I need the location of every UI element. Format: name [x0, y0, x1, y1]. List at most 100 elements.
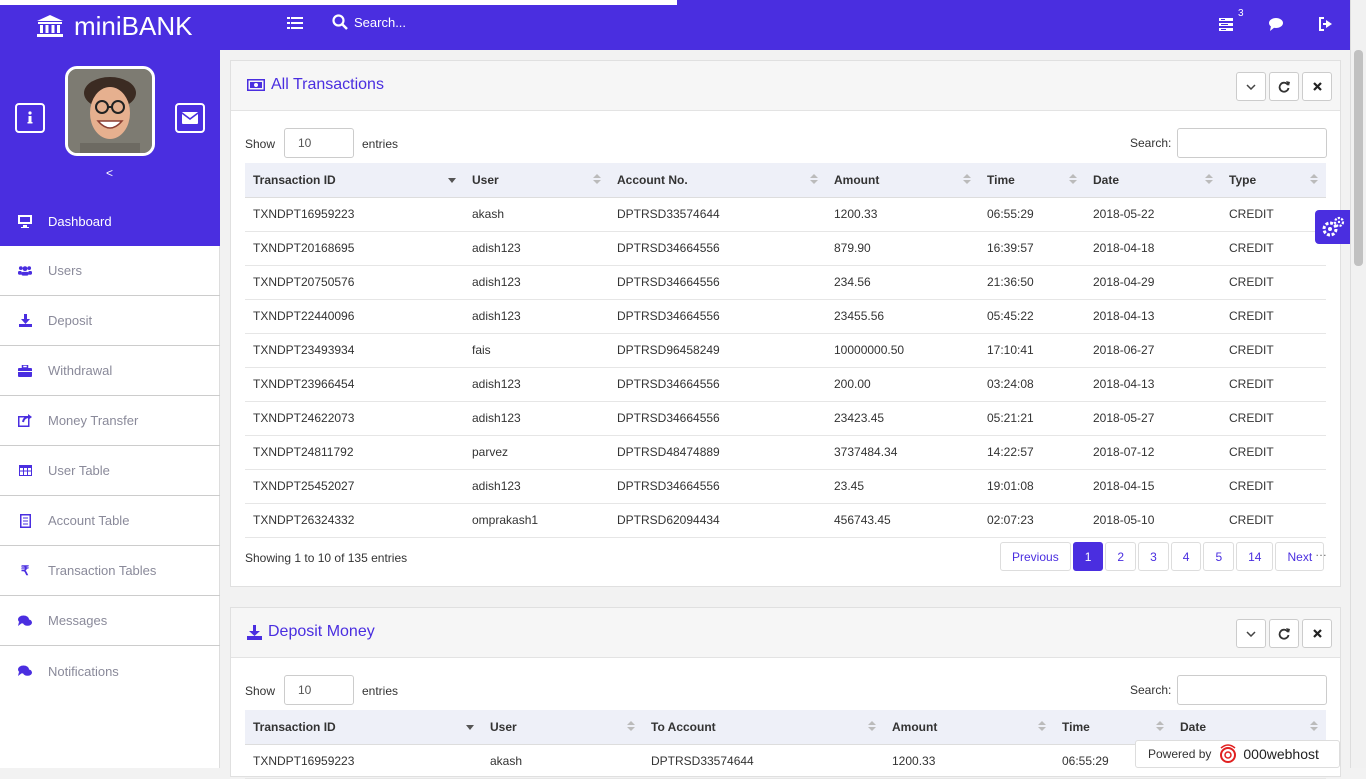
table-cell: adish123	[464, 265, 609, 300]
table-cell: 19:01:08	[979, 469, 1085, 504]
column-header[interactable]: To Account	[643, 710, 884, 745]
column-header[interactable]: Account No.	[609, 163, 826, 198]
table-row: TXNDPT23493934 fais DPTRSD96458249 10000000…	[245, 333, 1326, 368]
sidebar-item-transaction-tables[interactable]: ₹ Transaction Tables	[0, 546, 220, 596]
sort-icon	[810, 174, 818, 184]
page-button[interactable]: 5	[1203, 542, 1235, 571]
scrollbar-thumb[interactable]	[1354, 50, 1363, 266]
sidebar-item-notifications[interactable]: Notifications	[0, 646, 220, 696]
collapse-panel-button[interactable]	[1236, 619, 1266, 648]
briefcase-icon	[18, 364, 32, 378]
column-header[interactable]: Transaction ID	[245, 163, 464, 198]
table-cell: 23455.56	[826, 299, 979, 334]
profile-card: <	[0, 50, 220, 196]
chat-icon[interactable]	[1268, 16, 1284, 32]
refresh-panel-button[interactable]	[1269, 619, 1299, 648]
table-cell: fais	[464, 333, 609, 368]
table-cell: 17:10:41	[979, 333, 1085, 368]
column-header[interactable]: User	[464, 163, 609, 198]
table-row: TXNDPT26324332 omprakash1 DPTRSD62094434 45…	[245, 503, 1326, 538]
sort-icon	[627, 721, 635, 731]
column-header[interactable]: Date	[1172, 710, 1326, 745]
close-panel-button[interactable]	[1302, 619, 1332, 648]
table-cell: TXNDPT24622073	[245, 401, 464, 436]
sort-desc-icon	[466, 725, 474, 730]
page-scrollbar[interactable]	[1350, 0, 1366, 768]
list-toggle-icon[interactable]	[287, 16, 303, 30]
page-button[interactable]: 3	[1138, 542, 1169, 571]
table-cell: 05:21:21	[979, 401, 1085, 436]
page-button[interactable]: 4	[1170, 542, 1202, 571]
collapse-panel-button[interactable]	[1236, 72, 1266, 101]
panel-title: All Transactions	[247, 76, 384, 94]
tasks-icon[interactable]	[1218, 16, 1234, 32]
table-cell: 1200.33	[826, 197, 979, 232]
table-cell: 02:07:23	[979, 503, 1085, 538]
table-cell: 2018-04-18	[1085, 231, 1221, 266]
sidebar-item-withdrawal[interactable]: Withdrawal	[0, 346, 220, 396]
show-label: Show	[245, 137, 276, 151]
search-input[interactable]	[354, 14, 554, 30]
table-header-row: Transaction ID User To Account Amount Ti…	[245, 710, 1326, 745]
table-cell: 05:45:22	[979, 299, 1085, 334]
column-header[interactable]: Amount	[884, 710, 1054, 745]
previous-page-button[interactable]: Previous	[1000, 542, 1071, 571]
table-cell: 10000000.50	[826, 333, 979, 368]
info-icon	[27, 111, 33, 124]
money-icon	[247, 79, 265, 91]
sidebar-item-messages[interactable]: Messages	[0, 596, 220, 646]
settings-button[interactable]	[1315, 210, 1350, 244]
page-length-select[interactable]: 10	[284, 128, 354, 158]
bank-icon	[37, 15, 63, 37]
sidebar-item-users[interactable]: Users	[0, 246, 220, 296]
sidebar-item-label: Users	[48, 263, 82, 278]
column-header[interactable]: Date	[1085, 163, 1221, 198]
column-header[interactable]: Time	[979, 163, 1085, 198]
sort-icon	[1205, 174, 1213, 184]
page-button[interactable]: 1	[1072, 542, 1104, 571]
mail-button[interactable]	[175, 103, 205, 133]
table-search-input[interactable]	[1177, 128, 1327, 158]
refresh-panel-button[interactable]	[1269, 72, 1299, 101]
sidebar-item-user-table[interactable]: User Table	[0, 446, 220, 496]
table-cell: 2018-04-15	[1085, 469, 1221, 504]
info-button[interactable]	[15, 103, 45, 133]
collapse-toggle[interactable]: <	[106, 166, 113, 180]
column-header[interactable]: Time	[1054, 710, 1172, 745]
column-header[interactable]: Amount	[826, 163, 979, 198]
table-cell: DPTRSD34664556	[609, 231, 826, 266]
sort-desc-icon	[448, 178, 456, 183]
panel-title: Deposit Money	[247, 623, 375, 641]
table-cell: adish123	[464, 401, 609, 436]
sidebar-item-money-transfer[interactable]: Money Transfer	[0, 396, 220, 446]
sidebar-item-deposit[interactable]: Deposit	[0, 296, 220, 346]
column-header[interactable]: Transaction ID	[245, 710, 482, 745]
table-cell: DPTRSD48474889	[609, 435, 826, 470]
sidebar-item-account-table[interactable]: Account Table	[0, 496, 220, 546]
sort-icon	[1310, 721, 1318, 731]
refresh-icon	[1278, 627, 1290, 640]
search-label: Search:	[1130, 136, 1172, 150]
brand-logo[interactable]: miniBANK	[36, 10, 216, 42]
powered-by-badge[interactable]: Powered by 000webhost	[1135, 740, 1340, 768]
column-header[interactable]: Type	[1221, 163, 1326, 198]
entries-label: entries	[362, 684, 399, 698]
table-cell: adish123	[464, 469, 609, 504]
table-search-input[interactable]	[1177, 675, 1327, 705]
avatar	[65, 66, 155, 156]
sidebar-item-label: Messages	[48, 613, 108, 628]
table-cell: DPTRSD34664556	[609, 367, 826, 402]
table-cell: parvez	[464, 435, 609, 470]
sidebar-item-label: Account Table	[48, 513, 130, 528]
page-button[interactable]: 14	[1236, 542, 1274, 571]
logout-icon[interactable]	[1318, 16, 1334, 32]
page-button[interactable]: 2	[1105, 542, 1137, 571]
table-header-row: Transaction ID User Account No. Amount T…	[245, 163, 1326, 198]
table-cell: DPTRSD34664556	[609, 299, 826, 334]
sidebar-item-dashboard[interactable]: Dashboard	[0, 196, 220, 246]
gears-icon	[1322, 216, 1344, 237]
close-panel-button[interactable]	[1302, 72, 1332, 101]
column-header[interactable]: User	[482, 710, 643, 745]
page-length-select[interactable]: 10	[284, 675, 354, 705]
table-cell: 234.56	[826, 265, 979, 300]
